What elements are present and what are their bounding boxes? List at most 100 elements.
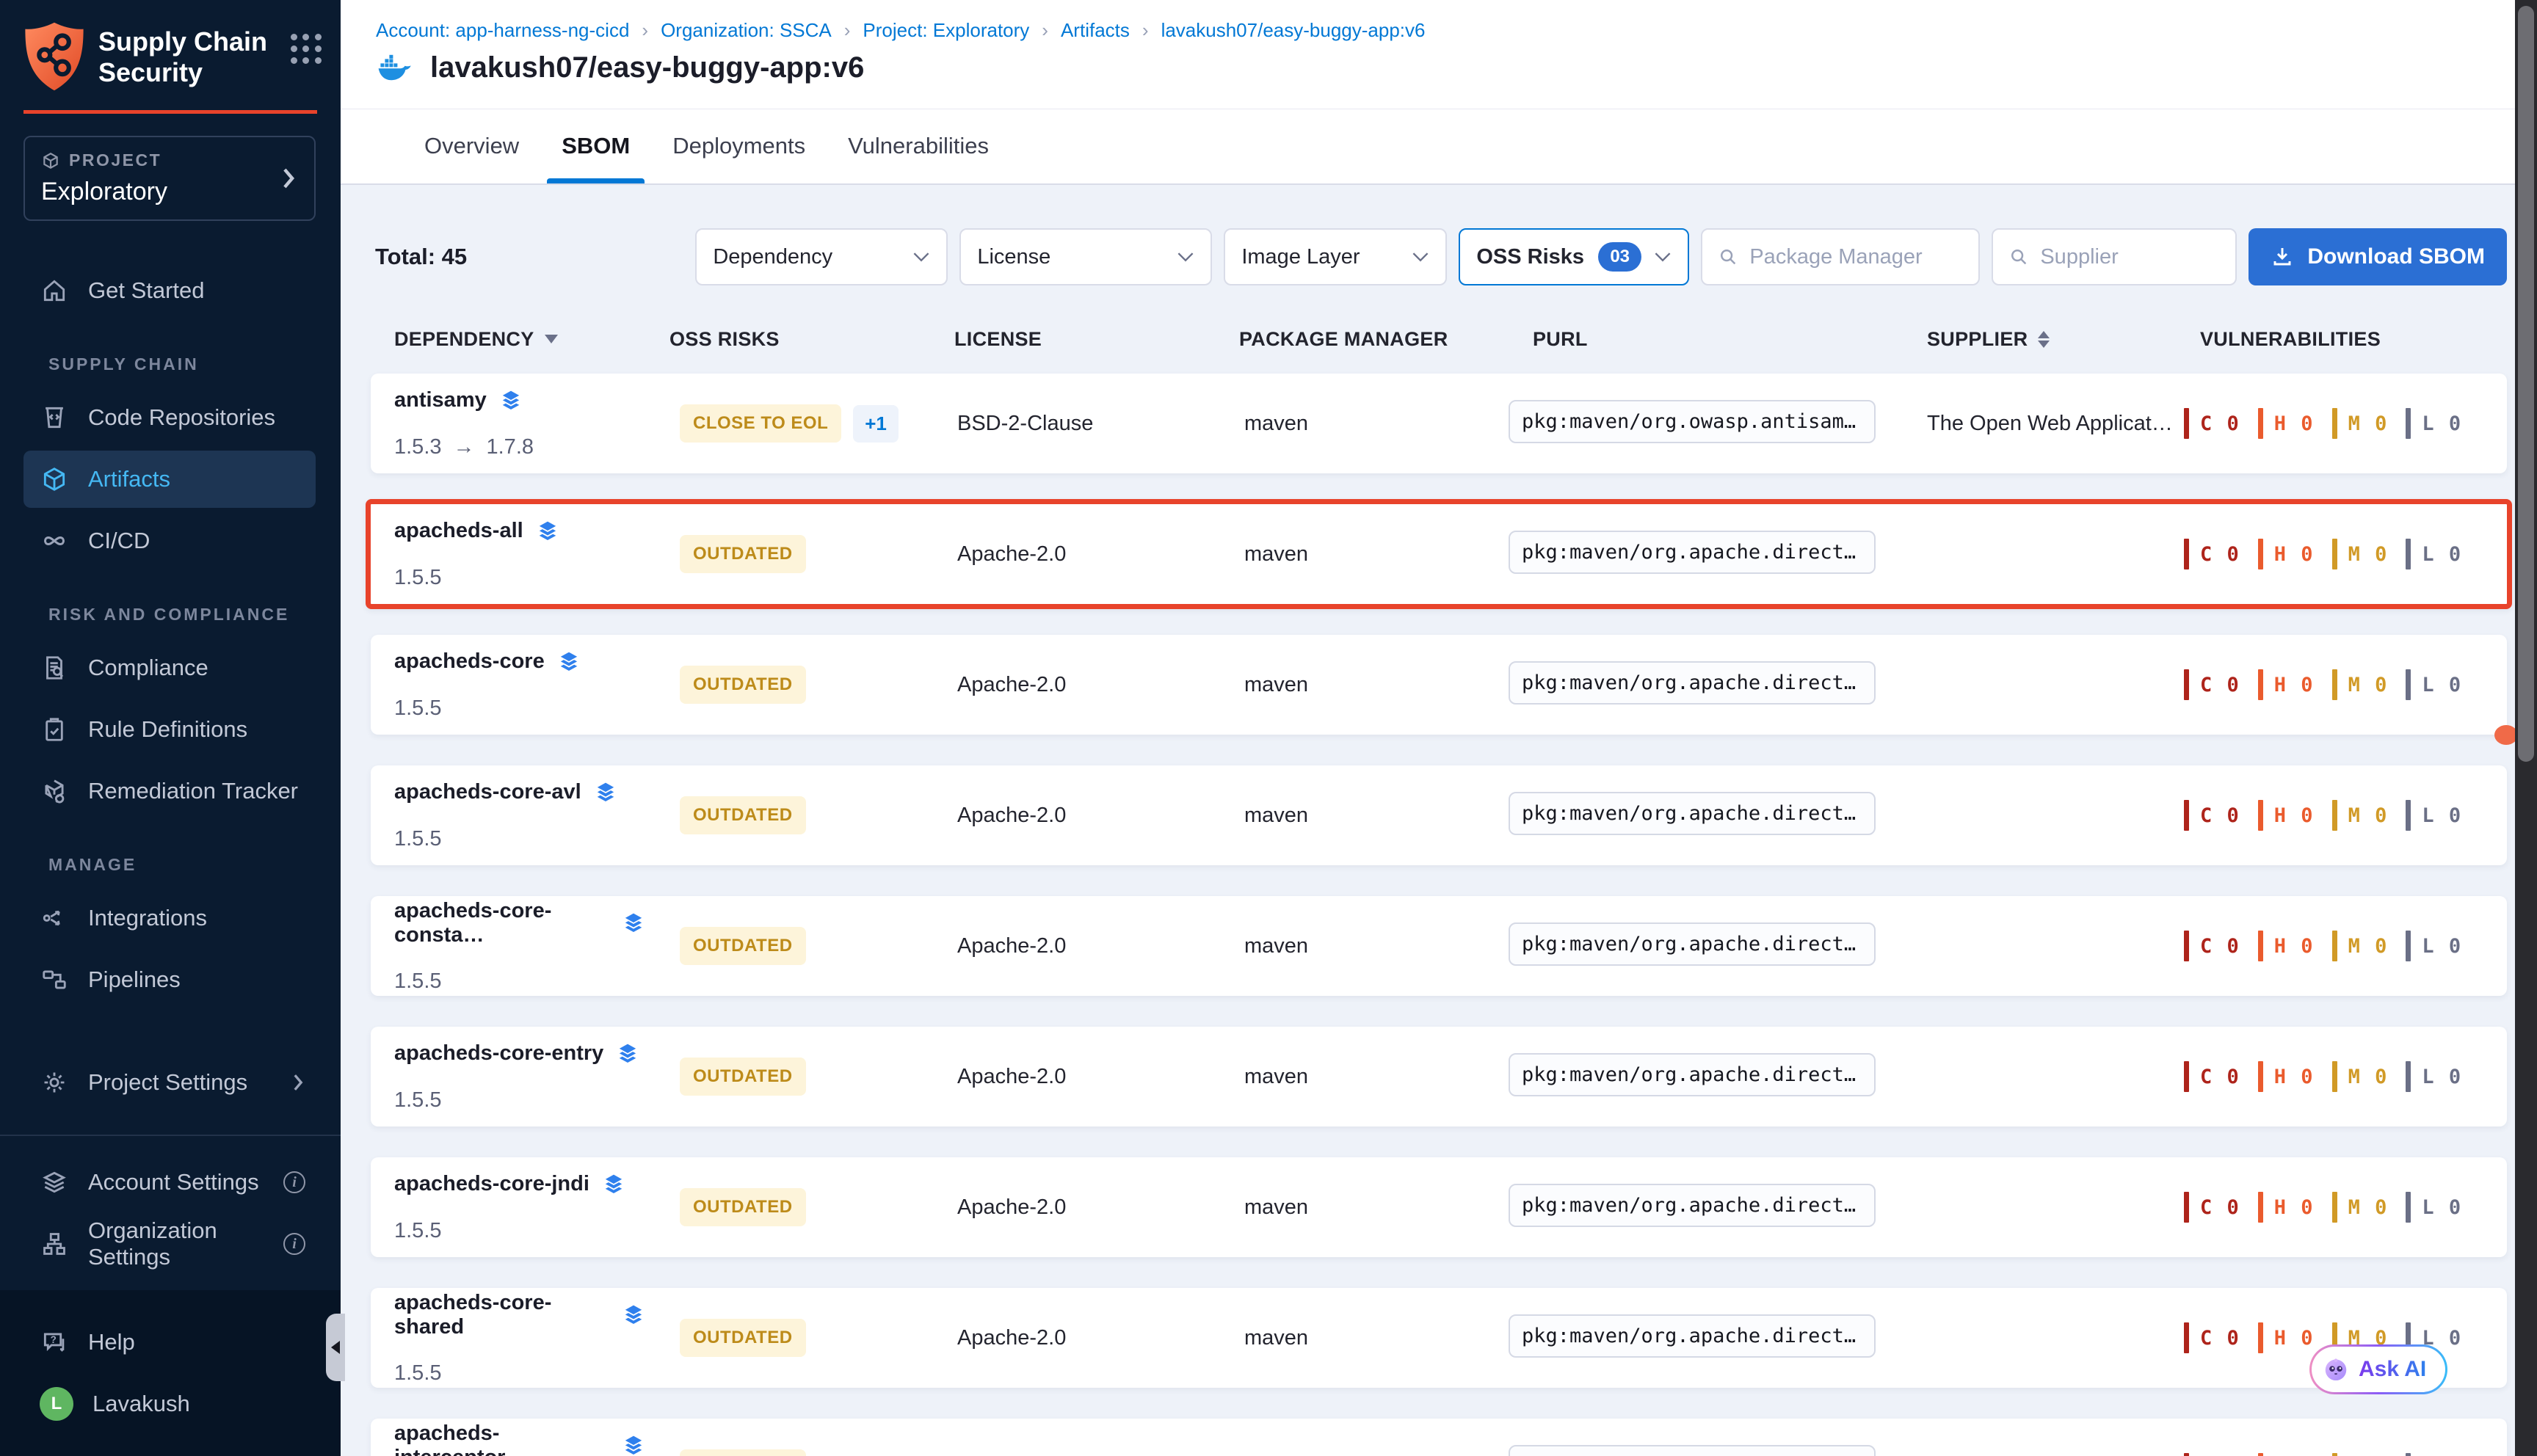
docker-whale-icon: [377, 54, 413, 82]
license-cell: Apache-2.0: [931, 542, 1211, 567]
breadcrumb-link[interactable]: Project: Exploratory: [863, 19, 1029, 42]
download-sbom-button[interactable]: Download SBOM: [2249, 228, 2507, 285]
upgrade-arrow-icon: →: [454, 435, 475, 459]
table-row-apacheds-all[interactable]: apacheds-all1.5.5OUTDATEDApache-2.0maven…: [366, 499, 2512, 609]
table-row-apacheds-core-avl[interactable]: apacheds-core-avl1.5.5OUTDATEDApache-2.0…: [371, 765, 2507, 865]
tab-deployments[interactable]: Deployments: [672, 109, 805, 183]
dependency-filter-select[interactable]: Dependency: [695, 228, 948, 285]
vulnerability-count-critical: C 0: [2184, 1192, 2240, 1223]
oss-risk-badge[interactable]: OUTDATED: [680, 1188, 806, 1226]
sidebar-item-pipelines[interactable]: Pipelines: [23, 951, 316, 1008]
purl-pill[interactable]: pkg:maven/org.owasp.antisamy/ant…: [1509, 400, 1876, 443]
table-row-antisamy[interactable]: antisamy1.5.3→1.7.8CLOSE TO EOL+1BSD-2-C…: [371, 374, 2507, 473]
sidebar-item-remediation-tracker[interactable]: Remediation Tracker: [23, 762, 316, 820]
page-scrollbar[interactable]: [2515, 0, 2537, 1456]
purl-cell: pkg:maven/org.apache.directory.s…: [1509, 1053, 1912, 1100]
dependency-cell: apacheds-core-avl 1.5.5: [371, 780, 646, 851]
dependency-version: 1.5.5: [394, 1219, 646, 1243]
dependency-name[interactable]: apacheds-core-jndi: [394, 1172, 589, 1196]
breadcrumb-link[interactable]: Account: app-harness-ng-cicd: [376, 19, 629, 42]
oss-risk-badge[interactable]: OUTDATED: [680, 1058, 806, 1096]
breadcrumb-link[interactable]: Organization: SSCA: [661, 19, 832, 42]
oss-risk-badge[interactable]: OUTDATED: [680, 1449, 806, 1456]
oss-risks-cell: OUTDATED: [646, 1319, 931, 1357]
dependency-name[interactable]: apacheds-core-consta…: [394, 899, 609, 947]
supplier-search-input[interactable]: [2040, 245, 2221, 269]
info-icon[interactable]: i: [283, 1233, 305, 1255]
dependency-name[interactable]: apacheds-all: [394, 519, 523, 543]
sidebar-item-rule-definitions[interactable]: Rule Definitions: [23, 701, 316, 758]
breadcrumb-link[interactable]: Artifacts: [1061, 19, 1130, 42]
oss-risks-cell: OUTDATED: [646, 535, 931, 573]
oss-risk-badge[interactable]: OUTDATED: [680, 796, 806, 834]
vulnerability-count-low: L 0: [2406, 931, 2462, 961]
column-header-supplier[interactable]: SUPPLIER: [1912, 328, 2184, 351]
tab-vulnerabilities[interactable]: Vulnerabilities: [848, 109, 989, 183]
sidebar-item-code-repositories[interactable]: Code Repositories: [23, 389, 316, 446]
oss-risk-badge[interactable]: OUTDATED: [680, 927, 806, 965]
oss-risk-badge[interactable]: +1: [853, 405, 899, 443]
purl-pill[interactable]: pkg:maven/org.apache.directory.s…: [1509, 792, 1876, 835]
brand-accent-rule: [23, 110, 317, 114]
sidebar-item-artifacts[interactable]: Artifacts: [23, 451, 316, 508]
apps-grid-icon[interactable]: [291, 34, 322, 64]
package-manager-cell: maven: [1211, 673, 1509, 697]
sidebar-item-project-settings[interactable]: Project Settings: [23, 1054, 316, 1111]
oss-risk-badge[interactable]: OUTDATED: [680, 666, 806, 704]
breadcrumb-link[interactable]: lavakush07/easy-buggy-app:v6: [1161, 19, 1426, 42]
sidebar-item-organization-settings[interactable]: Organization Settings i: [23, 1215, 316, 1273]
scrollbar-thumb[interactable]: [2518, 6, 2534, 762]
cicd-infinity-icon: [40, 526, 69, 556]
vulnerability-count-medium: M 0: [2332, 539, 2389, 569]
sidebar-item-help[interactable]: ? Help: [23, 1314, 316, 1371]
vulnerabilities-cell: C 0H 0M 0L 0: [2184, 669, 2507, 700]
dependency-version: 1.5.5: [394, 827, 646, 851]
oss-risks-filter-select[interactable]: OSS Risks 03: [1459, 228, 1689, 285]
tab-sbom[interactable]: SBOM: [562, 109, 630, 183]
purl-pill[interactable]: pkg:maven/org.apache.directory.s…: [1509, 661, 1876, 705]
table-row-apacheds-core-consta[interactable]: apacheds-core-consta…1.5.5OUTDATEDApache…: [371, 896, 2507, 996]
package-manager-search[interactable]: [1701, 228, 1980, 285]
dependency-name[interactable]: apacheds-core: [394, 649, 545, 674]
dependency-name[interactable]: apacheds-core-shared: [394, 1291, 609, 1339]
user-menu[interactable]: L Lavakush: [23, 1375, 316, 1433]
dependency-name[interactable]: apacheds-core-entry: [394, 1041, 603, 1066]
oss-risk-badge[interactable]: CLOSE TO EOL: [680, 404, 841, 443]
purl-pill[interactable]: pkg:maven/org.apache.directory.s…: [1509, 531, 1876, 574]
layers-icon: [621, 1303, 646, 1328]
ask-ai-button[interactable]: Ask AI: [2309, 1344, 2447, 1394]
sidebar-item-compliance[interactable]: Compliance: [23, 639, 316, 696]
table-row-apacheds-interceptor-[interactable]: apacheds-interceptor-…1.5.5OUTDATEDApach…: [371, 1419, 2507, 1456]
supplier-search[interactable]: [1992, 228, 2237, 285]
breadcrumb-separator: ›: [844, 19, 851, 42]
purl-pill[interactable]: pkg:maven/org.apache.directory.s…: [1509, 1184, 1876, 1227]
sbom-content: Total: 45 Dependency License Image Layer…: [341, 185, 2537, 1456]
column-header-dependency[interactable]: DEPENDENCY: [371, 328, 646, 351]
sidebar-item-integrations[interactable]: Integrations: [23, 889, 316, 947]
dependency-name[interactable]: apacheds-interceptor-…: [394, 1422, 609, 1456]
dependency-name[interactable]: antisamy: [394, 388, 487, 412]
package-manager-search-input[interactable]: [1749, 245, 1964, 269]
tab-overview[interactable]: Overview: [424, 109, 519, 183]
project-label: PROJECT: [69, 150, 161, 170]
table-row-apacheds-core-jndi[interactable]: apacheds-core-jndi1.5.5OUTDATEDApache-2.…: [371, 1157, 2507, 1257]
oss-risk-badge[interactable]: OUTDATED: [680, 535, 806, 573]
purl-pill[interactable]: pkg:maven/org.apache.directory.s…: [1509, 1445, 1876, 1456]
license-cell: Apache-2.0: [931, 1326, 1211, 1350]
dependency-name[interactable]: apacheds-core-avl: [394, 780, 581, 804]
image-layer-filter-select[interactable]: Image Layer: [1224, 228, 1447, 285]
sidebar-item-account-settings[interactable]: Account Settings i: [23, 1154, 316, 1211]
purl-pill[interactable]: pkg:maven/org.apache.directory.s…: [1509, 1314, 1876, 1358]
project-selector[interactable]: PROJECT Exploratory: [23, 136, 316, 221]
sidebar-item-get-started[interactable]: Get Started: [23, 262, 316, 319]
license-filter-select[interactable]: License: [959, 228, 1212, 285]
info-icon[interactable]: i: [283, 1171, 305, 1193]
sidebar-item-cicd[interactable]: CI/CD: [23, 512, 316, 569]
sidebar-collapse-handle[interactable]: [326, 1314, 345, 1381]
table-row-apacheds-core-shared[interactable]: apacheds-core-shared1.5.5OUTDATEDApache-…: [371, 1288, 2507, 1388]
purl-pill[interactable]: pkg:maven/org.apache.directory.s…: [1509, 922, 1876, 966]
table-row-apacheds-core-entry[interactable]: apacheds-core-entry1.5.5OUTDATEDApache-2…: [371, 1027, 2507, 1126]
table-row-apacheds-core[interactable]: apacheds-core1.5.5OUTDATEDApache-2.0mave…: [371, 635, 2507, 735]
purl-pill[interactable]: pkg:maven/org.apache.directory.s…: [1509, 1053, 1876, 1096]
oss-risk-badge[interactable]: OUTDATED: [680, 1319, 806, 1357]
